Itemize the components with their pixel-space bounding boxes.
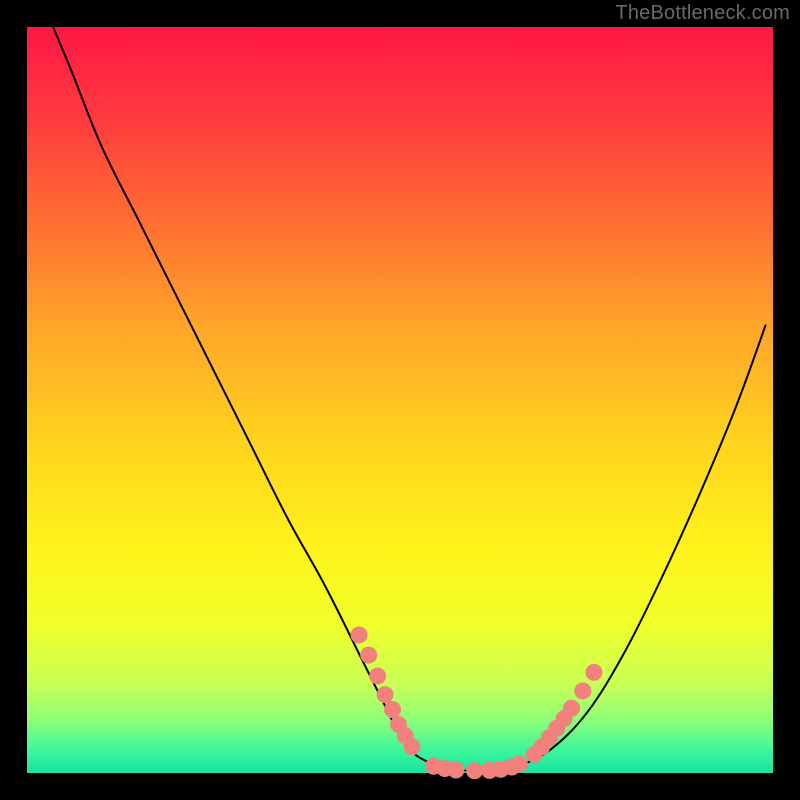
- highlight-dot: [574, 682, 591, 699]
- highlight-dot: [447, 762, 464, 779]
- highlight-dot: [384, 701, 401, 718]
- watermark-text: TheBottleneck.com: [615, 2, 790, 25]
- chart-stage: { "watermark": "TheBottleneck.com", "col…: [0, 0, 800, 800]
- highlight-dot: [360, 647, 377, 664]
- highlight-dot: [369, 668, 386, 685]
- highlight-dot: [466, 762, 483, 779]
- highlight-dot: [350, 626, 367, 643]
- highlight-dot: [511, 756, 528, 773]
- highlight-dot: [563, 700, 580, 717]
- highlight-dot: [403, 738, 420, 755]
- highlight-dot: [585, 664, 602, 681]
- bottleneck-chart: [0, 0, 800, 800]
- plot-background: [27, 27, 773, 773]
- highlight-dot: [377, 686, 394, 703]
